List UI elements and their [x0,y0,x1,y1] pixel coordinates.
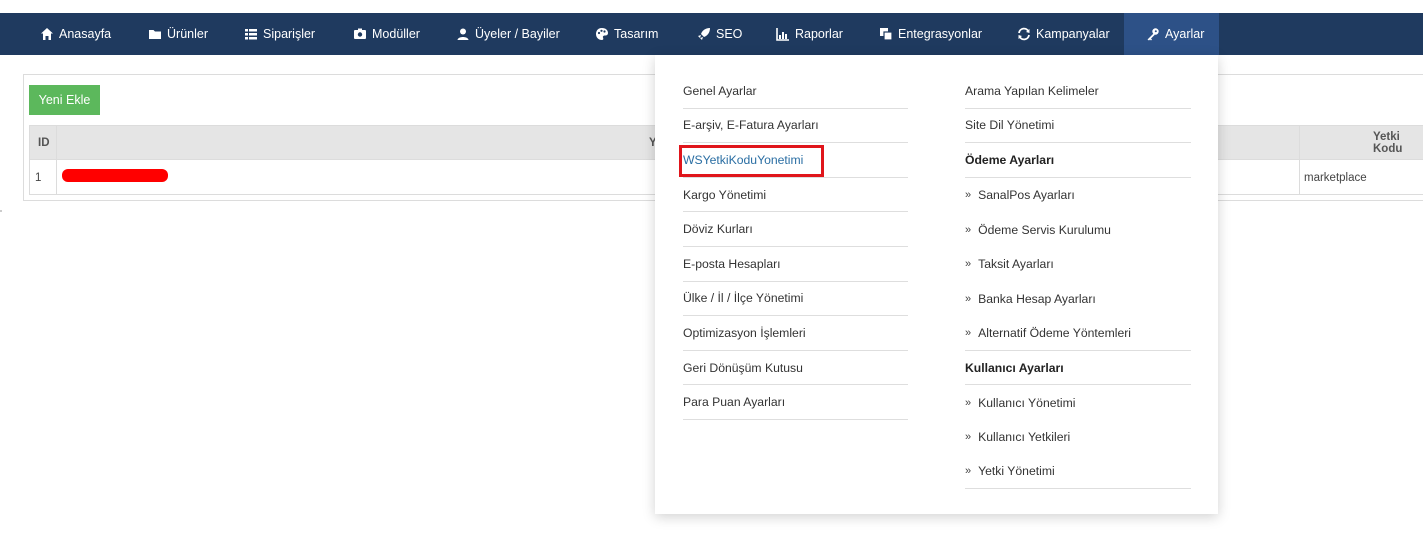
copy-icon [879,27,893,41]
menu-item-genel-ayarlar[interactable]: Genel Ayarlar [683,74,908,109]
box-icon [353,27,367,41]
nav-item-raporlar[interactable]: Raporlar [776,13,843,55]
main-navbar: Anasayfa Ürünler Siparişler Modüller Üye… [0,13,1423,55]
nav-item-entegrasyonlar[interactable]: Entegrasyonlar [879,13,982,55]
nav-item-label: Ayarlar [1165,27,1205,41]
menu-item-ulke-il-ilce[interactable]: Ülke / İl / İlçe Yönetimi [683,282,908,317]
menu-item-optimizasyon[interactable]: Optimizasyon İşlemleri [683,316,908,351]
nav-item-label: Tasarım [614,27,659,41]
menu-item-label: Yetki Yönetimi [978,464,1055,479]
column-header-yetki-kodu[interactable]: Yetki Kodu [1373,126,1423,160]
menu-item-label: Banka Hesap Ayarları [978,291,1096,306]
menu-item-taksit[interactable]: » Taksit Ayarları [965,247,1191,282]
add-new-button[interactable]: Yeni Ekle [29,85,100,115]
nav-item-label: Kampanyalar [1036,27,1110,41]
menu-item-odeme-servis[interactable]: » Ödeme Servis Kurulumu [965,212,1191,247]
chevron-right-icon: » [965,465,972,478]
nav-item-label: Ürünler [167,27,208,41]
nav-item-uyeler[interactable]: Üyeler / Bayiler [456,13,560,55]
menu-item-alternatif-odeme[interactable]: » Alternatif Ödeme Yöntemleri [965,316,1191,351]
nav-item-kampanyalar[interactable]: Kampanyalar [1017,13,1110,55]
nav-item-label: SEO [716,27,743,41]
nav-item-label: Siparişler [263,27,316,41]
nav-item-label: Raporlar [795,27,843,41]
menu-item-label: WSYetkiKoduYonetimi [683,152,804,167]
nav-item-label: Modüller [372,27,420,41]
menu-item-kullanici-yonetimi[interactable]: » Kullanıcı Yönetimi [965,385,1191,420]
nav-item-moduller[interactable]: Modüller [353,13,420,55]
menu-header-kullanici: Kullanıcı Ayarları [965,351,1191,386]
key-icon [1146,27,1160,41]
menu-item-banka-hesap[interactable]: » Banka Hesap Ayarları [965,282,1191,317]
nav-item-ayarlar[interactable]: Ayarlar [1124,13,1219,55]
menu-item-geri-donusum[interactable]: Geri Dönüşüm Kutusu [683,351,908,386]
menu-item-kargo[interactable]: Kargo Yönetimi [683,178,908,213]
menu-item-arama-kelimeler[interactable]: Arama Yapılan Kelimeler [965,74,1191,109]
menu-item-doviz[interactable]: Döviz Kurları [683,212,908,247]
refresh-icon [1017,27,1031,41]
chevron-right-icon: » [965,326,972,339]
menu-item-para-puan[interactable]: Para Puan Ayarları [683,385,908,420]
nav-item-anasayfa[interactable]: Anasayfa [40,13,111,55]
column-divider [56,126,57,195]
menu-item-label: Taksit Ayarları [978,257,1054,272]
edge-mark [0,210,2,212]
chevron-right-icon: » [965,431,972,444]
user-icon [456,27,470,41]
chevron-right-icon: » [965,396,972,409]
nav-item-label: Anasayfa [59,27,112,41]
menu-item-label: Ödeme Servis Kurulumu [978,222,1111,237]
cell-id: 1 [35,171,42,184]
cell-yetki-kodu: marketplace [1304,171,1367,184]
menu-item-wsyetkikodu[interactable]: WSYetkiKoduYonetimi [679,143,908,178]
palette-icon [595,27,609,41]
chevron-right-icon: » [965,189,972,202]
menu-item-e-arsiv[interactable]: E-arşiv, E-Fatura Ayarları [683,109,908,144]
dropdown-right-column: Arama Yapılan Kelimeler Site Dil Yönetim… [965,74,1191,490]
menu-item-site-dil[interactable]: Site Dil Yönetimi [965,109,1191,144]
nav-item-label: Entegrasyonlar [898,27,983,41]
folder-icon [148,27,162,41]
list-icon [244,27,258,41]
menu-item-label: Kullanıcı Yetkileri [978,430,1071,445]
settings-dropdown-menu: Genel Ayarlar E-arşiv, E-Fatura Ayarları… [655,55,1218,514]
nav-item-urunler[interactable]: Ürünler [148,13,208,55]
menu-item-sanalpos[interactable]: » SanalPos Ayarları [965,178,1191,213]
rocket-icon [697,27,711,41]
nav-item-siparisler[interactable]: Siparişler [244,13,315,55]
chevron-right-icon: » [965,258,972,271]
chevron-right-icon: » [965,223,972,236]
dropdown-left-column: Genel Ayarlar E-arşiv, E-Fatura Ayarları… [679,74,908,420]
menu-item-label: Kullanıcı Yönetimi [978,395,1076,410]
redaction-mark [62,169,168,182]
chart-icon [776,27,790,41]
nav-item-label: Üyeler / Bayiler [475,27,560,41]
column-header-id[interactable]: ID [38,126,50,160]
menu-header-odeme: Ödeme Ayarları [965,143,1191,178]
table-border [29,126,30,195]
menu-item-eposta[interactable]: E-posta Hesapları [683,247,908,282]
home-icon [40,27,54,41]
nav-item-seo[interactable]: SEO [697,13,742,55]
chevron-right-icon: » [965,292,972,305]
top-strip [0,0,1423,13]
menu-item-label: SanalPos Ayarları [978,188,1075,203]
menu-item-label: Alternatif Ödeme Yöntemleri [978,325,1131,340]
menu-item-yetki-yonetimi[interactable]: » Yetki Yönetimi [965,455,1191,490]
nav-item-tasarim[interactable]: Tasarım [595,13,658,55]
menu-item-kullanici-yetkileri[interactable]: » Kullanıcı Yetkileri [965,420,1191,455]
column-divider [1299,126,1300,195]
